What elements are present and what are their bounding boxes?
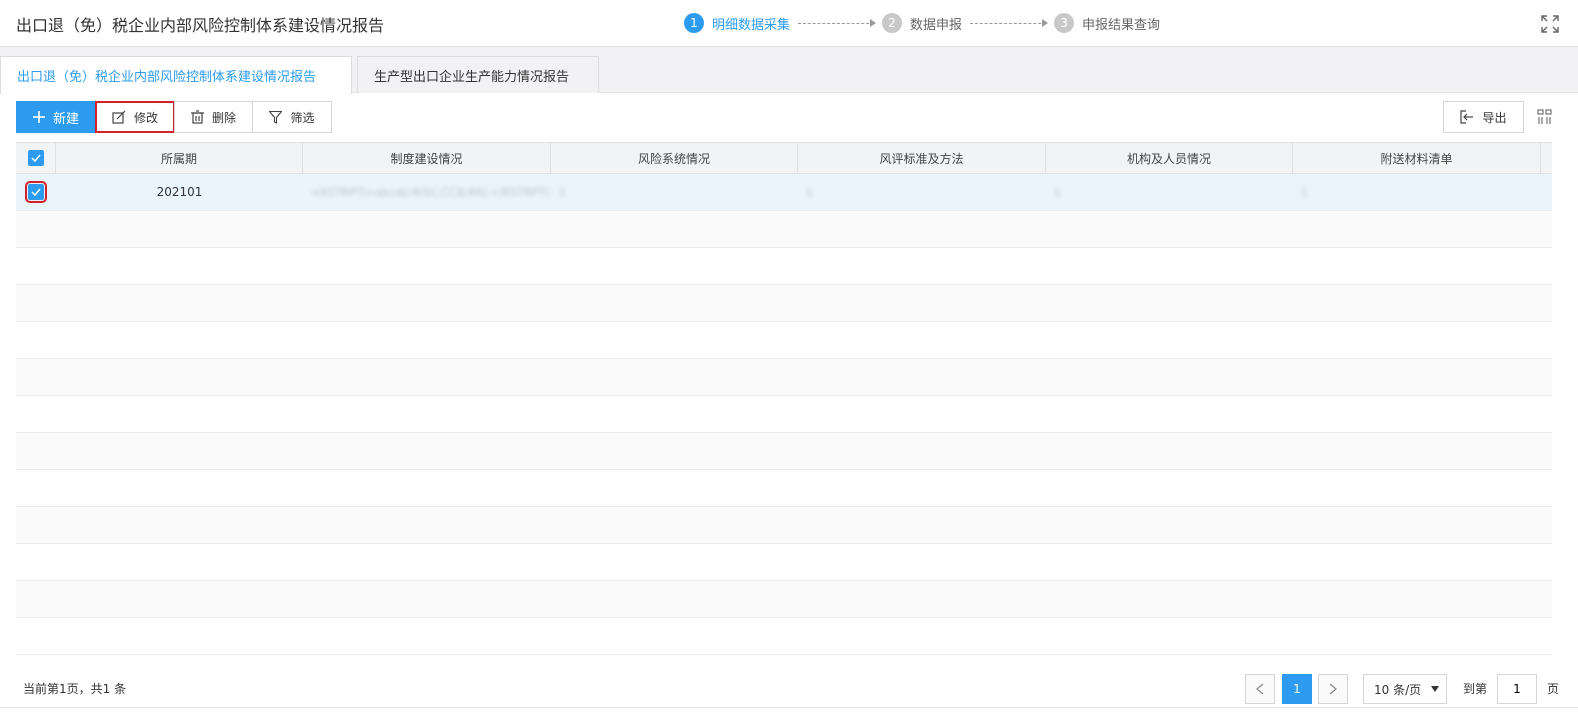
empty-row	[16, 359, 1552, 396]
edit-button[interactable]: 修改	[95, 101, 175, 133]
new-button[interactable]: 新建	[16, 101, 96, 133]
step-2[interactable]: 2 数据申报	[882, 13, 962, 33]
page-size-select[interactable]: 10 条/页	[1363, 674, 1447, 704]
cell-organization: 1	[1054, 185, 1061, 199]
cell-risk-system: 1	[559, 185, 566, 199]
step-arrow-icon	[798, 18, 877, 27]
chevron-right-icon	[1329, 683, 1337, 695]
empty-row	[16, 396, 1552, 433]
page-title: 出口退（免）税企业内部风险控制体系建设情况报告	[16, 16, 385, 35]
tab-bar: 出口退（免）税企业内部风险控制体系建设情况报告 生产型出口企业生产能力情况报告	[0, 47, 1578, 94]
table-header: 所属期 制度建设情况 风险系统情况 风评标准及方法 机构及人员情况 附送材料清单	[16, 142, 1552, 174]
empty-row	[16, 470, 1552, 507]
plus-icon	[32, 111, 45, 123]
edit-button-label: 修改	[133, 110, 158, 125]
table-body: 202101 <RSTRPTI>abcde;RISC;CCB;RKI;</RST…	[16, 174, 1552, 655]
step-3-number: 3	[1054, 13, 1075, 33]
export-icon	[1460, 110, 1474, 124]
column-header-system-construction[interactable]: 制度建设情况	[303, 143, 551, 173]
column-header-risk-standard[interactable]: 风评标准及方法	[798, 143, 1046, 173]
page-info: 当前第1页，共1 条	[23, 682, 127, 696]
column-settings-icon[interactable]	[1537, 109, 1553, 125]
step-1-number: 1	[684, 13, 704, 33]
step-2-label: 数据申报	[910, 17, 963, 33]
empty-row	[16, 248, 1552, 285]
delete-button-label: 删除	[211, 110, 236, 125]
step-3[interactable]: 3 申报结果查询	[1054, 13, 1160, 33]
empty-row	[16, 433, 1552, 470]
cell-risk-standard: 1	[806, 185, 813, 199]
empty-row	[16, 322, 1552, 359]
tab-production-capacity-report[interactable]: 生产型出口企业生产能力情况报告	[357, 56, 599, 93]
empty-row	[16, 581, 1552, 618]
table-row[interactable]: 202101 <RSTRPTI>abcde;RISC;CCB;RKI;</RST…	[16, 174, 1552, 211]
column-header-risk-system[interactable]: 风险系统情况	[551, 143, 798, 173]
next-page-button[interactable]	[1318, 674, 1348, 704]
goto-page-input[interactable]	[1497, 674, 1537, 704]
delete-button[interactable]: 删除	[174, 101, 253, 133]
cell-period: 202101	[156, 185, 203, 199]
tab-risk-control-report[interactable]: 出口退（免）税企业内部风险控制体系建设情况报告	[0, 56, 352, 94]
empty-row	[16, 211, 1552, 248]
fullscreen-icon[interactable]	[1540, 14, 1560, 34]
goto-label: 到第	[1463, 682, 1488, 696]
filter-button[interactable]: 筛选	[252, 101, 332, 133]
row-checkbox[interactable]	[25, 181, 47, 203]
chevron-left-icon	[1256, 683, 1264, 695]
empty-row	[16, 285, 1552, 322]
step-2-number: 2	[882, 13, 903, 33]
page-button-current[interactable]: 1	[1282, 674, 1312, 704]
step-3-label: 申报结果查询	[1082, 17, 1161, 33]
filter-icon	[269, 110, 283, 124]
empty-row	[16, 544, 1552, 581]
empty-row	[16, 507, 1552, 544]
select-all-checkbox[interactable]	[27, 150, 44, 166]
export-button-label: 导出	[1482, 110, 1507, 125]
step-1-label: 明细数据采集	[712, 17, 791, 33]
header: 出口退（免）税企业内部风险控制体系建设情况报告 1 明细数据采集 2 数据申报 …	[0, 0, 1578, 47]
check-icon	[31, 188, 41, 196]
caret-down-icon	[1431, 686, 1439, 692]
data-table: 所属期 制度建设情况 风险系统情况 风评标准及方法 机构及人员情况 附送材料清单…	[16, 142, 1552, 655]
trash-icon	[190, 110, 204, 124]
bottom-divider	[0, 707, 1578, 708]
new-button-label: 新建	[52, 111, 79, 127]
prev-page-button[interactable]	[1245, 674, 1275, 704]
export-button[interactable]: 导出	[1443, 101, 1524, 133]
select-all-cell	[16, 143, 56, 173]
column-header-attachments[interactable]: 附送材料清单	[1293, 143, 1541, 173]
goto-suffix: 页	[1547, 682, 1560, 696]
edit-icon	[112, 110, 126, 124]
column-header-spacer	[1541, 143, 1552, 173]
column-header-period[interactable]: 所属期	[56, 143, 303, 173]
cell-system-construction: <RSTRPTI>abcde;RISC;CCB;RKI;</RSTRPTI>	[311, 185, 551, 199]
pagination-bar: 当前第1页，共1 条 1 10 条/页 到第 页	[0, 650, 1578, 713]
toolbar: 新建 修改 删除 筛选	[16, 101, 332, 133]
step-indicator: 1 明细数据采集 2 数据申报 3 申报结果查询	[684, 13, 1160, 33]
column-header-organization[interactable]: 机构及人员情况	[1046, 143, 1293, 173]
check-icon	[30, 154, 41, 162]
step-arrow-icon	[970, 18, 1049, 27]
step-1[interactable]: 1 明细数据采集	[684, 13, 790, 33]
filter-button-label: 筛选	[290, 110, 315, 125]
page-size-value: 10 条/页	[1374, 682, 1422, 697]
row-select-cell	[16, 174, 56, 210]
cell-attachments: 1	[1301, 185, 1308, 199]
